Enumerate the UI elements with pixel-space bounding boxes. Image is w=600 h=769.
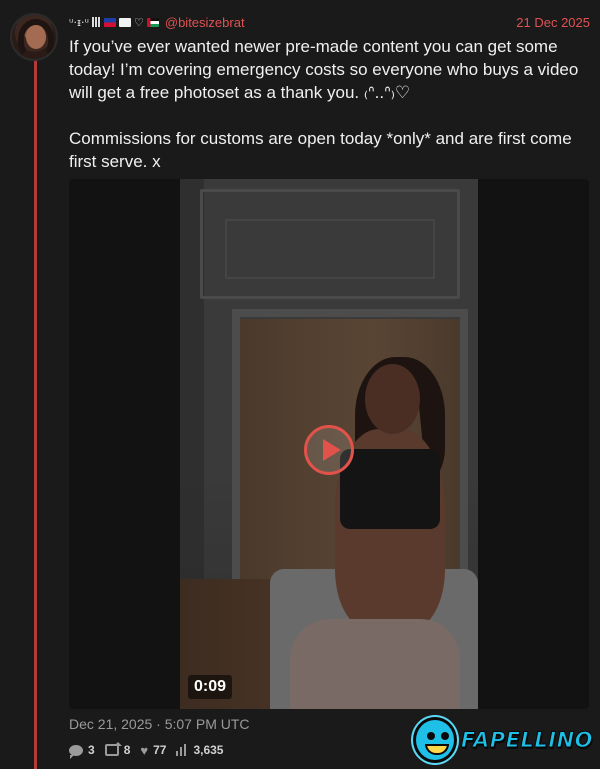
qr-code-icon [92, 17, 101, 27]
watermark-logo-icon [413, 717, 457, 763]
video-duration: 0:09 [188, 675, 233, 699]
comments-stat[interactable]: 3 [69, 743, 95, 759]
repost-icon [104, 742, 122, 756]
reposts-count: 8 [123, 743, 131, 757]
video-media[interactable]: 0:09 [69, 179, 589, 709]
likes-count: 77 [153, 743, 167, 757]
figure-legs [290, 619, 460, 709]
views-icon [176, 744, 188, 756]
haiti-flag-icon [104, 17, 116, 27]
reposts-stat[interactable]: 8 [104, 742, 131, 757]
figure-head [365, 364, 420, 434]
post-timestamp[interactable]: Dec 21, 2025 · 5:07 PM UTC [69, 716, 250, 732]
play-icon [322, 439, 341, 461]
logo-eye-icon [441, 732, 449, 740]
watermark: FAPELLINO [413, 716, 593, 764]
avatar[interactable] [10, 13, 58, 61]
views-stat[interactable]: 3,635 [176, 743, 223, 757]
heart-icon: ♡ [134, 15, 144, 29]
avatar-face [26, 25, 46, 49]
figure-top [340, 449, 440, 529]
thread-line [34, 60, 37, 769]
post-stats: 3 8 ♥ 77 3,635 [69, 741, 223, 759]
views-count: 3,635 [193, 743, 224, 757]
logo-mouth-icon [425, 744, 449, 755]
user-handle[interactable]: @bitesizebrat [165, 15, 245, 30]
comment-icon [69, 744, 83, 759]
post-date[interactable]: 21 Dec 2025 [516, 15, 590, 30]
watermark-text: FAPELLINO [460, 728, 593, 753]
wall-trim [225, 219, 435, 279]
comments-count: 3 [88, 743, 95, 757]
post-header: ᵘ·ᵻ·ᵘ ♡ @bitesizebrat 21 Dec 2025 [69, 11, 590, 33]
heart-icon: ♥ [140, 742, 149, 758]
likes-stat[interactable]: ♥ 77 [140, 743, 166, 757]
display-name[interactable]: ᵘ·ᵻ·ᵘ ♡ [69, 16, 159, 29]
logo-eye-icon [427, 732, 435, 740]
play-button[interactable] [304, 425, 354, 475]
palestine-flag-icon [146, 17, 159, 27]
display-name-text: ᵘ·ᵻ·ᵘ [69, 15, 89, 29]
white-flag-icon [119, 17, 131, 27]
post-text: If you’ve ever wanted newer pre-made con… [69, 37, 579, 171]
